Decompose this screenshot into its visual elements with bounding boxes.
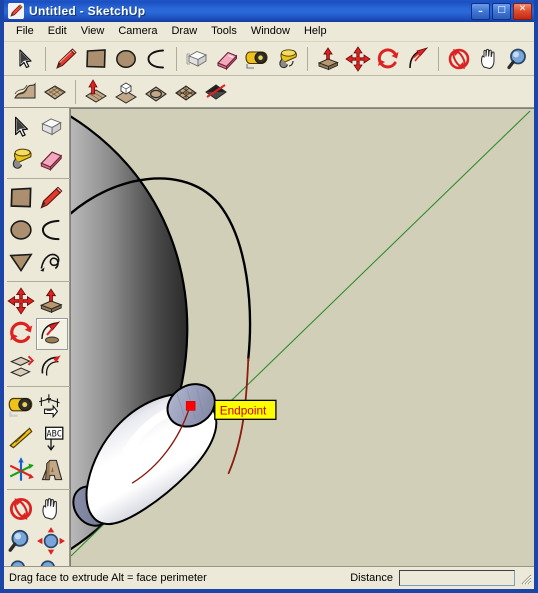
3d-text-icon[interactable] (36, 455, 66, 485)
rectangle-icon[interactable] (6, 183, 36, 213)
close-button[interactable]: ✕ (513, 2, 532, 20)
circle-icon[interactable] (6, 215, 36, 245)
menu-bar: File Edit View Camera Draw Tools Window … (4, 22, 534, 42)
push-pull-icon[interactable] (314, 45, 342, 73)
axes-icon[interactable] (6, 455, 36, 485)
drape-icon[interactable] (142, 78, 170, 106)
zoom-magnifier-icon[interactable] (6, 526, 36, 556)
freehand-icon[interactable] (36, 247, 66, 277)
main-toolbar (4, 42, 534, 76)
smoove-icon[interactable] (82, 78, 110, 106)
large-tool-set-toolbar: ABC (4, 108, 70, 584)
status-bar: Drag face to extrude Alt = face perimete… (4, 566, 534, 588)
rectangle-icon[interactable] (82, 45, 110, 73)
resize-grip[interactable] (518, 571, 532, 585)
line-pencil-icon[interactable] (52, 45, 80, 73)
svg-text:ABC: ABC (46, 429, 61, 439)
offset-icon[interactable] (36, 352, 66, 382)
push-pull-icon[interactable] (36, 286, 66, 316)
zoom-magnifier-icon[interactable] (505, 45, 533, 73)
zoom-window-icon[interactable] (36, 526, 66, 556)
make-component-icon[interactable] (36, 112, 66, 142)
orbit-icon[interactable] (6, 494, 36, 524)
distance-input[interactable] (399, 569, 515, 586)
rotate-icon[interactable] (374, 45, 402, 73)
orbit-icon[interactable] (445, 45, 473, 73)
sandbox-from-scratch-icon[interactable] (41, 78, 69, 106)
toolbar-separator (45, 46, 46, 71)
endpoint-tooltip: Endpoint (214, 399, 277, 420)
tape-measure-icon[interactable] (6, 391, 36, 421)
status-message: Drag face to extrude Alt = face perimete… (9, 571, 207, 584)
follow-me-icon[interactable] (36, 318, 68, 350)
follow-me-icon[interactable] (404, 45, 432, 73)
menu-item-help[interactable]: Help (297, 23, 334, 40)
toolbar-separator (7, 281, 70, 282)
flip-edge-icon[interactable] (202, 78, 230, 106)
model-viewport[interactable]: Endpoint (71, 109, 534, 566)
maximize-icon: □ (497, 4, 506, 15)
select-arrow-icon[interactable] (11, 45, 39, 73)
eraser-icon[interactable] (213, 45, 241, 73)
menu-item-camera[interactable]: Camera (111, 23, 164, 40)
line-pencil-icon[interactable] (36, 183, 66, 213)
menu-item-edit[interactable]: Edit (41, 23, 74, 40)
window-title: Untitled - SketchUp (29, 4, 146, 18)
scale-icon[interactable] (6, 352, 36, 382)
sketchup-pencil-icon (8, 3, 24, 19)
arc-icon[interactable] (142, 45, 170, 73)
make-component-icon[interactable] (183, 45, 211, 73)
toolbar-separator (7, 178, 70, 179)
paint-bucket-icon[interactable] (6, 144, 36, 174)
protractor-icon[interactable] (6, 423, 36, 453)
rotate-icon[interactable] (6, 318, 36, 348)
sandbox-from-contours-icon[interactable] (11, 78, 39, 106)
pan-hand-icon[interactable] (36, 494, 66, 524)
menu-item-tools[interactable]: Tools (204, 23, 244, 40)
circle-icon[interactable] (112, 45, 140, 73)
drawing-canvas[interactable]: Endpoint (70, 108, 534, 566)
move-icon[interactable] (344, 45, 372, 73)
select-arrow-icon[interactable] (6, 112, 36, 142)
close-icon: ✕ (518, 3, 527, 14)
menu-item-window[interactable]: Window (244, 23, 297, 40)
tape-measure-icon[interactable] (243, 45, 271, 73)
toolbar-separator (75, 79, 76, 104)
toolbar-separator (7, 386, 70, 387)
toolbar-separator (307, 46, 308, 71)
eraser-icon[interactable] (36, 144, 66, 174)
dimension-icon[interactable] (36, 391, 66, 421)
toolbar-separator (176, 46, 177, 71)
endpoint-inference-marker (185, 401, 196, 411)
text-label-icon[interactable]: ABC (36, 423, 66, 453)
paint-bucket-icon[interactable] (273, 45, 301, 73)
menu-item-view[interactable]: View (74, 23, 112, 40)
menu-item-draw[interactable]: Draw (164, 23, 204, 40)
pan-hand-icon[interactable] (475, 45, 503, 73)
main-area: ABC Endpoint (4, 108, 534, 584)
minimize-icon: – (478, 6, 483, 17)
arc-icon[interactable] (36, 215, 66, 245)
maximize-button[interactable]: □ (492, 2, 511, 20)
stamp-icon[interactable] (112, 78, 140, 106)
toolbar-separator (7, 489, 70, 490)
toolbar-separator (438, 46, 439, 71)
distance-label: Distance (350, 571, 393, 584)
title-bar: Untitled - SketchUp – □ ✕ (4, 0, 534, 22)
sandbox-toolbar (4, 76, 534, 108)
move-icon[interactable] (6, 286, 36, 316)
menu-item-file[interactable]: File (9, 23, 41, 40)
sketchup-main-window: Untitled - SketchUp – □ ✕ File Edit View… (0, 0, 538, 593)
add-detail-icon[interactable] (172, 78, 200, 106)
endpoint-tooltip-label: Endpoint (220, 403, 267, 417)
polygon-icon[interactable] (6, 247, 36, 277)
minimize-button[interactable]: – (471, 2, 490, 20)
